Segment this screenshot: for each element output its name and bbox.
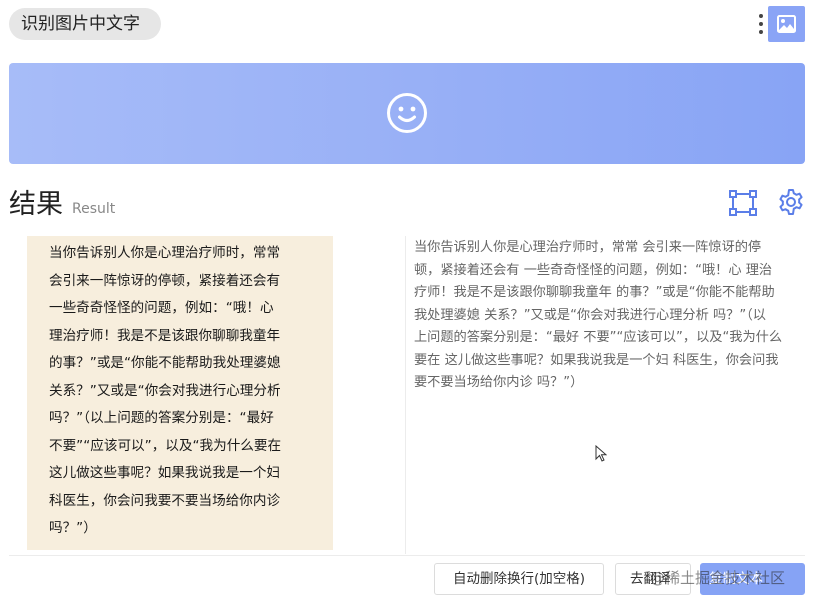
mouse-cursor-icon [595, 445, 607, 462]
app-title: 识别图片中文字 [9, 8, 161, 40]
recognized-text-line: 疗师！我是不是该跟你聊聊我童年 的事？”或是“你能不能帮助 [414, 285, 775, 300]
source-text-line: 一些奇奇怪怪的问题，例如：“哦！心 [49, 300, 274, 316]
panel-divider [405, 236, 406, 554]
upload-banner[interactable] [9, 63, 805, 164]
recognized-text-line: 我处理婆媳 关系？”又或是“你会对我进行心理分析 吗？”（以 [414, 307, 766, 323]
crop-frame-icon[interactable] [729, 190, 757, 216]
result-subtitle: Result [72, 201, 116, 217]
source-text-line: 吗？”（以上问题的答案分别是：“最好 [49, 410, 274, 426]
source-image: 当你告诉别人你是心理治疗师时，常常 会引来一阵惊讶的停顿，紧接着还会有 一些奇奇怪怪… [27, 236, 333, 550]
dedup-button[interactable]: 去翻译 [615, 563, 691, 595]
source-text-line: 的事？”或是“你能不能帮助我处理婆媳 [49, 355, 281, 371]
recognized-text[interactable]: 当你告诉别人你是心理治疗师时，常常 会引来一阵惊讶的停 顿，紧接着还会有 一些奇奇… [414, 237, 810, 395]
more-vertical-icon[interactable] [754, 12, 768, 36]
footer-divider [9, 555, 805, 556]
recognized-text-line: 当你告诉别人你是心理治疗师时，常常 会引来一阵惊讶的停 [414, 240, 762, 255]
source-text-line: 当你告诉别人你是心理治疗师时，常常 [49, 245, 281, 261]
source-text-line: 科医生，你会问我要不要当场给你内诊 [49, 492, 281, 509]
copy-text-button[interactable]: 复制文本 [700, 563, 805, 595]
recognized-text-line: 上问题的答案分别是：“最好 不要”“应该可以”，以及“我为什么 [414, 330, 783, 345]
smiley-face-icon [387, 93, 427, 133]
image-icon [777, 15, 796, 33]
remove-linebreaks-button[interactable]: 自动删除换行(加空格) [434, 563, 604, 595]
image-button[interactable] [768, 6, 805, 42]
source-text-line: 关系？”又或是“你会对我进行心理分析 [49, 382, 281, 399]
gear-icon[interactable] [777, 188, 805, 216]
source-text-line: 这儿做这些事呢？如果我说我是一个妇 [49, 465, 281, 481]
source-text-line: 会引来一阵惊讶的停顿，紧接着还会有 [49, 272, 281, 289]
source-text-line: 吗？”） [49, 520, 97, 536]
result-title: 结果 [9, 189, 63, 220]
recognized-text-line: 顿，紧接着还会有 一些奇奇怪怪的问题，例如：“哦！心 理治 [414, 262, 773, 278]
recognized-text-line: 要不要当场给你内诊 吗？”） [414, 375, 584, 390]
source-text-line: 不要”“应该可以”，以及“我为什么要在 [49, 437, 282, 454]
recognized-text-line: 要在 这儿做这些事呢？如果我说我是一个妇 科医生，你会问我 [414, 352, 779, 368]
source-text-line: 理治疗师！我是不是该跟你聊聊我童年 [49, 327, 281, 344]
